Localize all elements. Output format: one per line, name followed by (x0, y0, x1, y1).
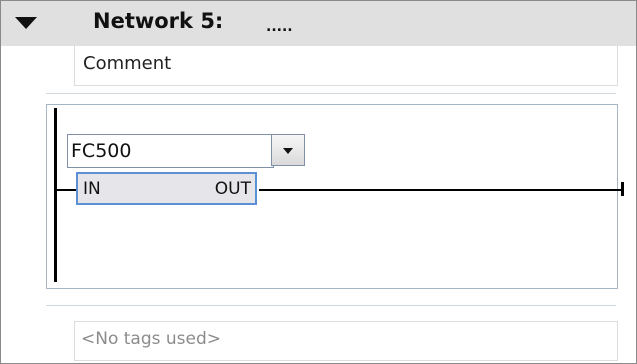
rung-wire-left (54, 189, 76, 191)
network-panel: Network 5: ..... Comment IN OUT FC500 <N… (0, 0, 637, 364)
separator-bottom (46, 305, 616, 306)
block-name-input[interactable]: FC500 (67, 134, 274, 168)
rung-wire-right[interactable] (259, 189, 621, 191)
block-name-dropdown-button[interactable] (271, 134, 305, 166)
network-header[interactable]: Network 5: ..... (1, 1, 636, 46)
function-call-block[interactable]: IN OUT (76, 172, 257, 205)
network-title-placeholder[interactable]: ..... (266, 19, 293, 35)
tags-info-text: <No tags used> (81, 329, 222, 349)
collapse-triangle-icon[interactable] (15, 17, 37, 29)
network-comment-field[interactable]: Comment (74, 46, 618, 86)
separator-top (46, 93, 616, 94)
ladder-network-area[interactable]: IN OUT FC500 (46, 104, 624, 289)
rung-end-marker (621, 182, 624, 196)
chevron-down-icon (283, 148, 293, 154)
output-pin-label[interactable]: OUT (215, 179, 251, 199)
input-pin-label[interactable]: IN (83, 179, 101, 199)
block-name-value: FC500 (71, 140, 132, 162)
network-title[interactable]: Network 5: (93, 9, 223, 33)
network-comment-text: Comment (83, 53, 172, 74)
tags-info-field[interactable]: <No tags used> (74, 321, 618, 361)
left-power-rail (54, 108, 57, 282)
